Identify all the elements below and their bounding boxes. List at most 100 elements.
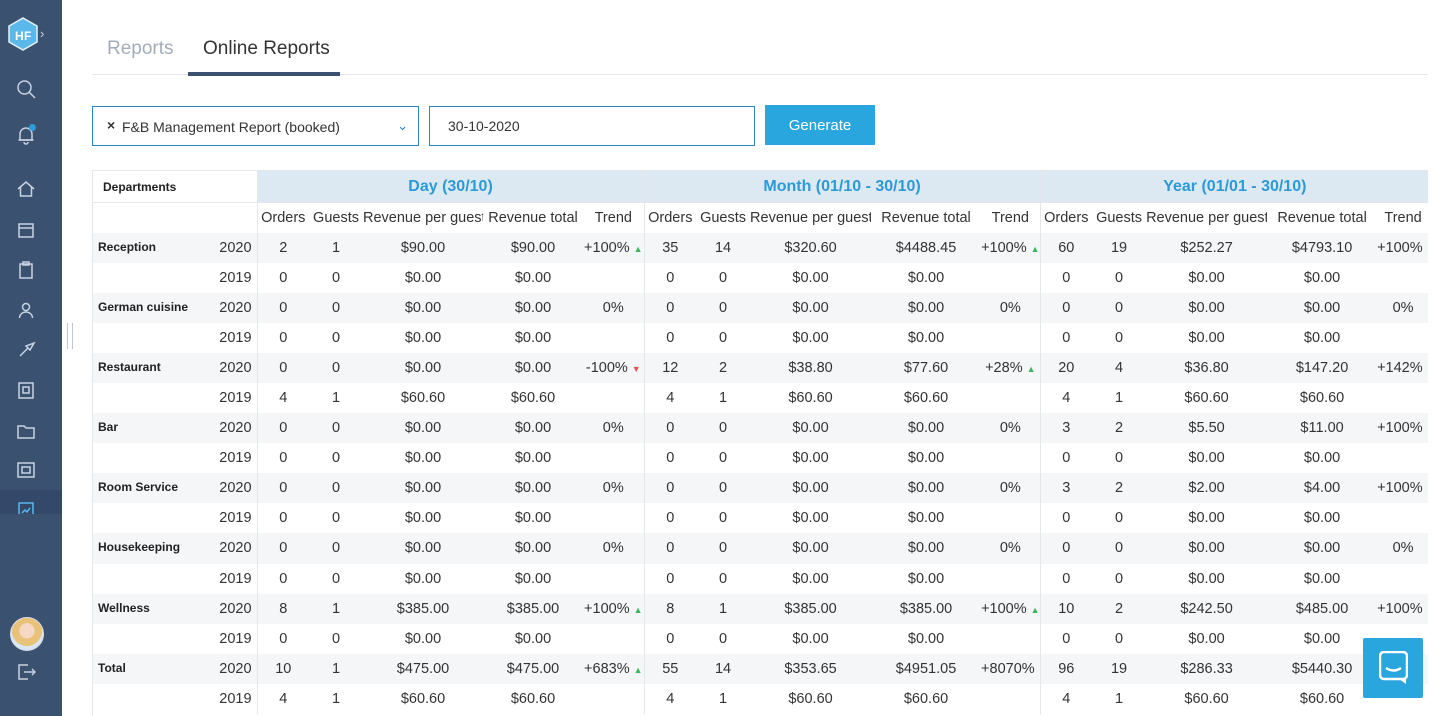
row-year: 2020: [213, 533, 258, 564]
cell-orders: 0: [1040, 533, 1093, 564]
col-header-year-revenue-per-guest: Revenue per guest: [1146, 202, 1268, 233]
cell-trend: +142% ▲: [1377, 352, 1428, 383]
trend-value: +683%: [584, 660, 630, 677]
cell-revenue-total: $0.00: [907, 570, 945, 587]
date-input[interactable]: [429, 106, 755, 146]
cell-revenue-total: $0.00: [483, 413, 584, 444]
grid-icon[interactable]: [16, 460, 36, 480]
cell-trend: +100%▲: [981, 232, 1041, 263]
cell-trend: [583, 563, 645, 594]
cell-guests: 14: [696, 653, 751, 684]
cell-orders: 0: [279, 269, 288, 286]
cell-revenue-total: $485.00: [1267, 593, 1378, 624]
report-type-select[interactable]: × F&B Management Report (booked) ⌄: [92, 106, 419, 146]
cell-trend: 0%: [981, 473, 1041, 504]
cell-orders: 0: [279, 570, 288, 587]
department-name: [93, 564, 213, 594]
cell-trend: +100%▲: [583, 593, 645, 624]
folder-icon[interactable]: [16, 421, 36, 441]
cell-orders: 0: [1062, 450, 1071, 467]
cell-trend: [981, 623, 1041, 654]
department-name: Bar: [93, 413, 213, 444]
home-icon[interactable]: [16, 179, 36, 199]
cell-guests: 0: [331, 630, 341, 647]
table-row: 2019 4 1 $60.60 $60.60 4 1 $60.60 $60.60 4 1 $60.60…: [93, 382, 1428, 414]
trend-value: +28%: [985, 359, 1023, 376]
department-name: Housekeeping: [93, 533, 213, 564]
cell-revenue-per-guest: $90.00: [363, 232, 484, 263]
cell-guests: 0: [331, 329, 341, 346]
cell-guests: 0: [331, 450, 341, 467]
logout-icon[interactable]: [16, 661, 37, 681]
trend-up-icon: ▲: [1427, 605, 1428, 615]
chevron-down-icon[interactable]: ⌄: [397, 118, 408, 134]
clear-selection-icon[interactable]: ×: [107, 117, 115, 133]
cell-revenue-total: $0.00: [1303, 450, 1341, 467]
cell-revenue-total: $0.00: [514, 510, 552, 527]
search-icon[interactable]: [16, 79, 36, 99]
row-year: 2019: [213, 262, 258, 293]
trend-down-icon: ▼: [631, 363, 641, 374]
cell-revenue-total: $4488.45: [871, 232, 982, 263]
calendar-icon[interactable]: [16, 220, 36, 240]
cell-guests: 0: [309, 533, 364, 564]
cell-guests: 1: [331, 390, 341, 407]
trend-up-icon: ▲: [633, 604, 643, 615]
group-header-month: Month (01/10 - 30/10): [644, 170, 1041, 203]
trend-value: 0%: [602, 420, 624, 437]
cell-trend: [1377, 263, 1428, 293]
clipboard-icon[interactable]: [16, 260, 36, 280]
cell-guests: 0: [309, 413, 364, 444]
expand-chevron-icon[interactable]: ›: [40, 26, 44, 41]
chat-widget-button[interactable]: [1363, 638, 1423, 698]
report-table: Departments Day (30/10) Month (01/10 - 3…: [92, 170, 1428, 716]
report-icon[interactable]: [16, 500, 36, 514]
cell-orders: 0: [279, 450, 288, 467]
building-icon[interactable]: [16, 380, 36, 400]
cell-orders: 0: [1062, 269, 1071, 286]
cell-trend: [583, 443, 645, 474]
cell-revenue-total: $0.00: [871, 292, 982, 323]
cell-orders: 0: [1062, 630, 1071, 647]
cell-revenue-total: $0.00: [907, 510, 945, 527]
cell-guests: 1: [719, 390, 728, 407]
user-icon[interactable]: [16, 300, 36, 320]
cell-revenue-total: $0.00: [514, 269, 552, 286]
cell-revenue-per-guest: $5.50: [1146, 413, 1268, 444]
cell-orders: 0: [279, 510, 288, 527]
tab-reports[interactable]: Reports: [107, 38, 174, 60]
col-header-month-orders: Orders: [644, 202, 697, 233]
cell-orders: 0: [1040, 292, 1093, 323]
cell-orders: 55: [644, 653, 697, 684]
brush-icon[interactable]: [16, 340, 36, 360]
trend-value: 0%: [1392, 540, 1414, 557]
resize-handle[interactable]: [67, 323, 73, 349]
cell-revenue-per-guest: $0.00: [404, 329, 442, 346]
cell-orders: 0: [666, 450, 675, 467]
cell-revenue-per-guest: $0.00: [363, 292, 484, 323]
cell-guests: 2: [1092, 593, 1147, 624]
cell-revenue-total: $0.00: [871, 473, 982, 504]
trend-value: 0%: [602, 540, 624, 557]
cell-orders: 4: [666, 390, 675, 407]
cell-trend: [981, 503, 1041, 534]
report-type-value: F&B Management Report (booked): [122, 119, 340, 135]
tab-online-reports[interactable]: Online Reports: [203, 38, 330, 60]
cell-trend: 0%: [1377, 292, 1428, 323]
trend-value: 0%: [999, 299, 1021, 316]
user-avatar[interactable]: [10, 617, 44, 651]
row-year: 2020: [213, 352, 258, 383]
hf-logo-icon[interactable]: H F: [8, 17, 38, 51]
table-row: 2019 0 0 $0.00 $0.00 0 0 $0.00 $0.00 0 0 $0.00 $0.00: [93, 443, 1428, 474]
generate-button[interactable]: Generate: [765, 105, 875, 145]
cell-revenue-total: $11.00: [1267, 413, 1378, 444]
department-name: Restaurant: [93, 352, 213, 383]
trend-value: 0%: [602, 299, 624, 316]
cell-revenue-per-guest: $0.00: [750, 473, 872, 504]
cell-revenue-per-guest: $0.00: [1146, 292, 1268, 323]
cell-trend: -100% ▼: [583, 352, 645, 383]
department-name: Reception: [93, 232, 213, 263]
cell-revenue-total: $0.00: [483, 533, 584, 564]
cell-revenue-total: $0.00: [483, 473, 584, 504]
cell-revenue-per-guest: $0.00: [1188, 630, 1225, 647]
